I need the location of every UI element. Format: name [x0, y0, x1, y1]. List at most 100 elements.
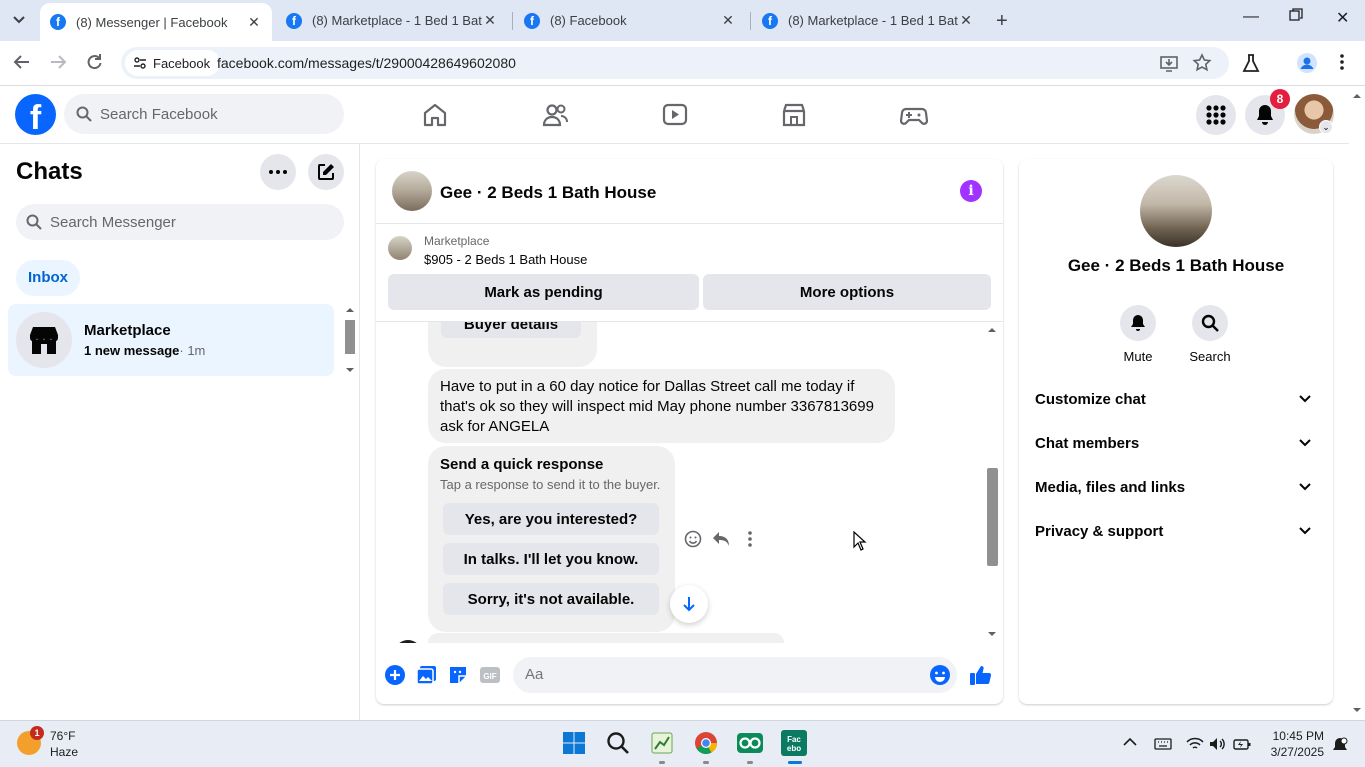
spreadsheet-app-icon[interactable] — [648, 729, 676, 757]
gif-icon[interactable]: GIF — [479, 664, 501, 686]
chat-list-scrollbar[interactable] — [343, 304, 357, 376]
new-tab-icon[interactable]: + — [996, 10, 1008, 33]
message-input[interactable] — [513, 657, 957, 693]
battery-icon[interactable] — [1233, 737, 1251, 753]
wifi-icon[interactable] — [1186, 737, 1204, 753]
sticker-icon[interactable] — [447, 664, 469, 686]
url-text[interactable]: facebook.com/messages/t/2900042864960208… — [217, 55, 516, 71]
conversation-title[interactable]: Gee · 2 Beds 1 Bath House — [440, 183, 656, 203]
chat-options-button[interactable] — [260, 154, 296, 190]
menu-grid-icon — [1206, 105, 1226, 125]
browser-tab-messenger[interactable]: f (8) Messenger | Facebook ✕ — [40, 3, 272, 41]
buyer-details-bubble: Buyer details — [428, 322, 597, 367]
messenger-search-input[interactable]: Search Messenger — [16, 204, 344, 240]
quick-response-yes-button[interactable]: Yes, are you interested? — [443, 503, 659, 535]
labs-flask-icon[interactable] — [1242, 53, 1260, 73]
sender-avatar[interactable] — [394, 640, 422, 643]
search-action[interactable]: Search — [1180, 305, 1240, 364]
tab-close-icon[interactable]: ✕ — [720, 12, 736, 29]
browser-toolbar: Facebook facebook.com/messages/t/2900042… — [0, 41, 1365, 86]
clock-date[interactable]: 3/27/2025 — [1260, 745, 1324, 759]
thumbs-up-icon[interactable] — [969, 664, 991, 686]
weather-condition[interactable]: Haze — [50, 745, 78, 759]
listing-thumbnail[interactable] — [388, 236, 412, 260]
reply-arrow-icon[interactable] — [711, 529, 731, 549]
chats-sidebar: Chats Search Messenger Inbox Marketplace… — [0, 144, 360, 720]
info-avatar[interactable] — [1140, 175, 1212, 247]
tab-close-icon[interactable]: ✕ — [958, 12, 974, 29]
profile-icon[interactable] — [1297, 53, 1317, 73]
tab-search-button[interactable] — [6, 8, 32, 32]
windows-start-icon[interactable] — [560, 729, 588, 757]
listing-title[interactable]: $905 - 2 Beds 1 Bath House — [424, 252, 587, 267]
privacy-support-section[interactable]: Privacy & support — [1035, 523, 1317, 547]
address-bar[interactable]: Facebook facebook.com/messages/t/2900042… — [121, 47, 1229, 79]
marketplace-nav-icon[interactable] — [780, 101, 808, 129]
home-nav-icon[interactable] — [421, 101, 449, 129]
quick-response-not-available-button[interactable]: Sorry, it's not available. — [443, 583, 659, 615]
browser-tab-marketplace-1[interactable]: f (8) Marketplace - 1 Bed 1 Bath ✕ — [276, 0, 508, 41]
mark-as-pending-button[interactable]: Mark as pending — [388, 274, 699, 310]
message-scrollbar[interactable] — [985, 322, 999, 643]
chats-title: Chats — [16, 158, 83, 185]
conversation-info-icon[interactable]: i — [960, 180, 982, 202]
back-arrow-icon[interactable] — [12, 52, 34, 74]
browser-menu-icon[interactable] — [1340, 53, 1344, 71]
message-composer: GIF — [376, 649, 1003, 704]
facebook-taskbar-icon[interactable]: Fac ebo — [780, 729, 808, 757]
mute-action[interactable]: Mute — [1108, 305, 1168, 364]
media-files-links-section[interactable]: Media, files and links — [1035, 479, 1317, 503]
more-options-button[interactable]: More options — [703, 274, 991, 310]
chat-name: Marketplace — [84, 322, 171, 339]
browser-tab-facebook[interactable]: f (8) Facebook ✕ — [514, 0, 746, 41]
chat-members-section[interactable]: Chat members — [1035, 435, 1317, 459]
weather-temperature[interactable]: 76°F — [50, 729, 75, 743]
message-bubble[interactable]: Have to put in a 60 day notice for Dalla… — [428, 369, 895, 443]
taskbar-running-indicator — [703, 761, 709, 764]
site-info-chip[interactable]: Facebook — [125, 50, 221, 76]
tab-close-icon[interactable]: ✕ — [482, 12, 498, 29]
minimize-icon[interactable]: — — [1243, 8, 1259, 26]
react-emoji-icon[interactable] — [683, 529, 703, 549]
forward-arrow-icon[interactable] — [48, 52, 70, 74]
next-message-bubble[interactable] — [428, 633, 784, 643]
reload-icon[interactable] — [84, 52, 106, 74]
page-scrollbar[interactable] — [1349, 86, 1365, 720]
chat-list-item[interactable]: Marketplace 1 new message· 1m — [8, 304, 334, 376]
inbox-filter-tab[interactable]: Inbox — [16, 260, 80, 296]
more-actions-plus-icon[interactable] — [384, 664, 406, 686]
message-scrollbar-thumb[interactable] — [987, 468, 998, 566]
account-chevron-icon[interactable]: ⌄ — [1319, 120, 1333, 134]
gaming-nav-icon[interactable] — [900, 101, 928, 129]
friends-nav-icon[interactable] — [541, 101, 569, 129]
menu-grid-button[interactable] — [1196, 95, 1236, 135]
browser-tab-marketplace-2[interactable]: f (8) Marketplace - 1 Bed 1 Bath ✕ — [752, 0, 984, 41]
taskbar-search-icon[interactable] — [604, 729, 632, 757]
notification-center-icon[interactable] — [1332, 737, 1348, 753]
customize-chat-section[interactable]: Customize chat — [1035, 391, 1317, 415]
video-nav-icon[interactable] — [661, 101, 689, 129]
conversation-avatar[interactable] — [392, 171, 432, 211]
restore-icon[interactable] — [1289, 8, 1303, 22]
tray-overflow-chevron-icon[interactable] — [1123, 737, 1139, 753]
keyboard-icon[interactable] — [1154, 737, 1172, 753]
attach-photo-icon[interactable] — [416, 664, 438, 686]
close-window-icon[interactable]: ✕ — [1336, 8, 1349, 28]
scroll-to-bottom-button[interactable] — [670, 585, 708, 623]
tab-close-icon[interactable]: ✕ — [246, 14, 262, 31]
bookmark-star-icon[interactable] — [1192, 53, 1212, 73]
volume-icon[interactable] — [1209, 737, 1225, 753]
install-app-icon[interactable] — [1159, 53, 1179, 73]
new-message-button[interactable] — [308, 154, 344, 190]
quick-response-subtitle: Tap a response to send it to the buyer. — [440, 477, 661, 492]
buyer-details-button[interactable]: Buyer details — [441, 322, 581, 338]
chrome-app-icon[interactable] — [692, 729, 720, 757]
clock-time[interactable]: 10:45 PM — [1268, 729, 1324, 743]
message-more-icon[interactable] — [740, 529, 760, 549]
facebook-search-input[interactable]: Search Facebook — [64, 94, 344, 134]
emoji-picker-icon[interactable] — [929, 664, 951, 686]
qo-app-icon[interactable] — [736, 729, 764, 757]
quick-response-in-talks-button[interactable]: In talks. I'll let you know. — [443, 543, 659, 575]
facebook-logo-icon[interactable]: f — [15, 94, 56, 135]
search-label: Search — [1189, 349, 1231, 364]
